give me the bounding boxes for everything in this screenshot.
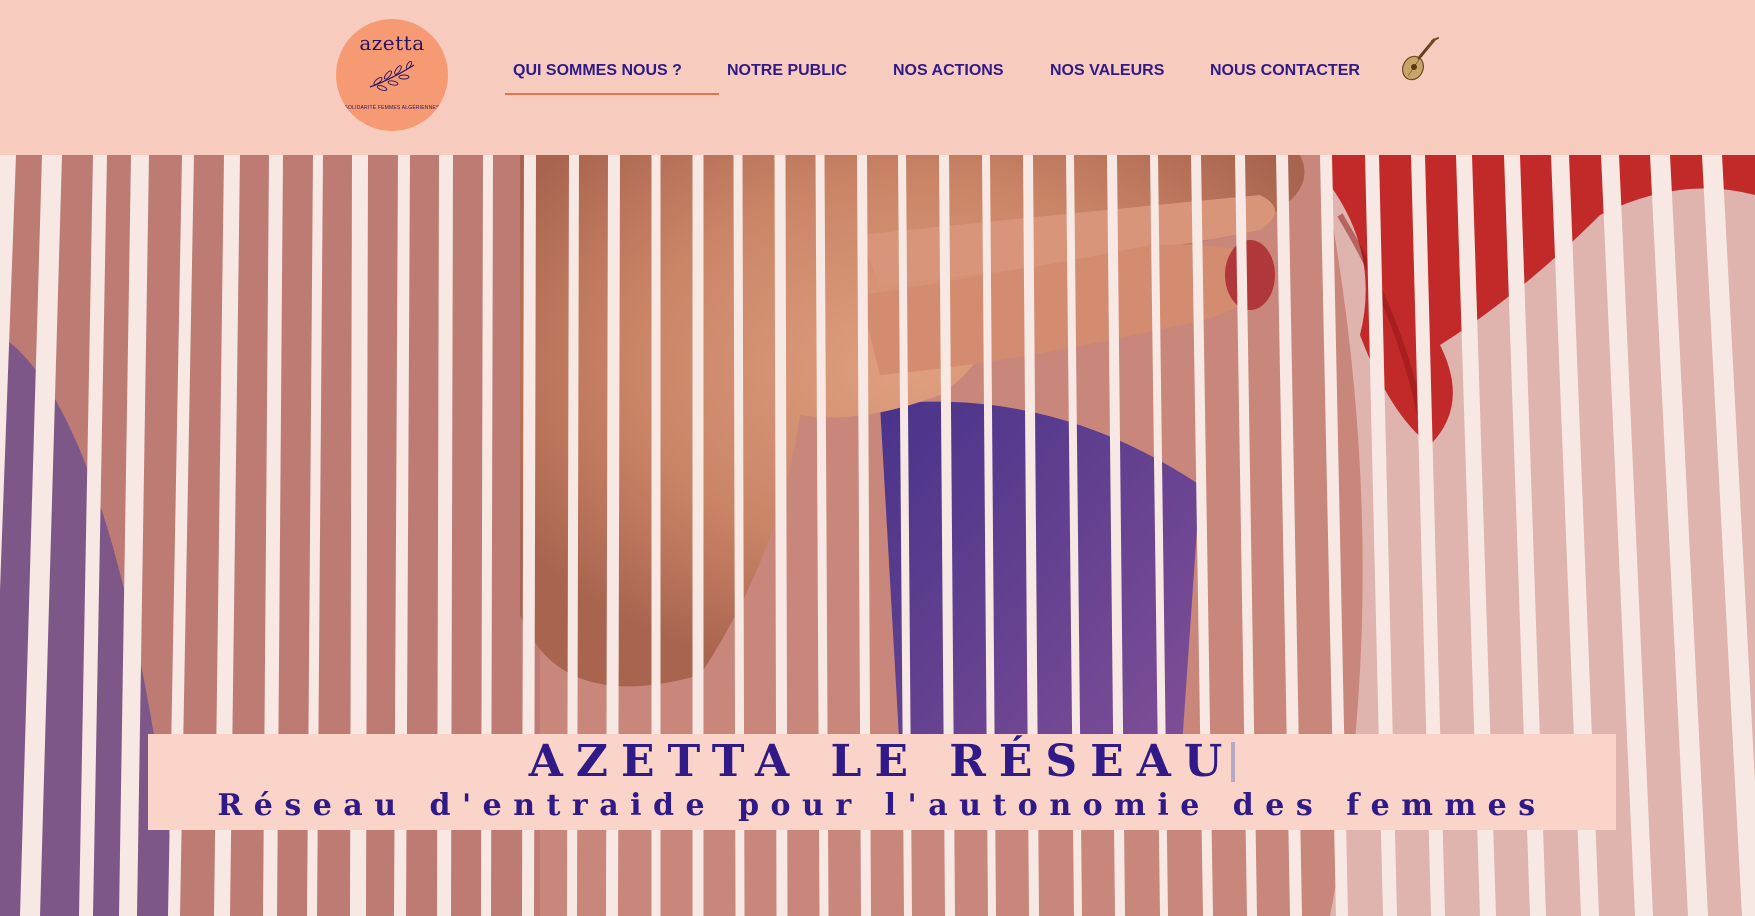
logo-wordmark: azetta	[359, 31, 425, 55]
site-header: azetta SOLIDARITÉ FEMMES ALGÉRIENNES QUI…	[0, 0, 1755, 155]
olive-branch-icon	[369, 60, 415, 91]
nav-item-qui-sommes-nous[interactable]: QUI SOMMES NOUS ?	[513, 62, 682, 80]
hero-subtitle: Réseau d'entraide pour l'autonomie des f…	[217, 788, 1547, 823]
page: azetta SOLIDARITÉ FEMMES ALGÉRIENNES QUI…	[0, 0, 1755, 916]
nav-item-nos-valeurs[interactable]: NOS VALEURS	[1050, 62, 1164, 80]
logo[interactable]: azetta SOLIDARITÉ FEMMES ALGÉRIENNES	[336, 19, 448, 131]
hero-banner: AZETTA LE RÉSEAU Réseau d'entraide pour …	[148, 734, 1616, 830]
lute-icon[interactable]	[1396, 36, 1440, 84]
logo-tagline: SOLIDARITÉ FEMMES ALGÉRIENNES	[344, 105, 440, 111]
active-nav-indicator	[505, 93, 719, 95]
nav-item-nous-contacter[interactable]: NOUS CONTACTER	[1210, 62, 1360, 80]
hero-title: AZETTA LE RÉSEAU	[148, 736, 1616, 787]
text-cursor	[1231, 742, 1236, 782]
nav-item-nos-actions[interactable]: NOS ACTIONS	[893, 62, 1004, 80]
hero-title-text: AZETTA LE RÉSEAU	[528, 736, 1236, 787]
nav-item-notre-public[interactable]: NOTRE PUBLIC	[727, 62, 847, 80]
